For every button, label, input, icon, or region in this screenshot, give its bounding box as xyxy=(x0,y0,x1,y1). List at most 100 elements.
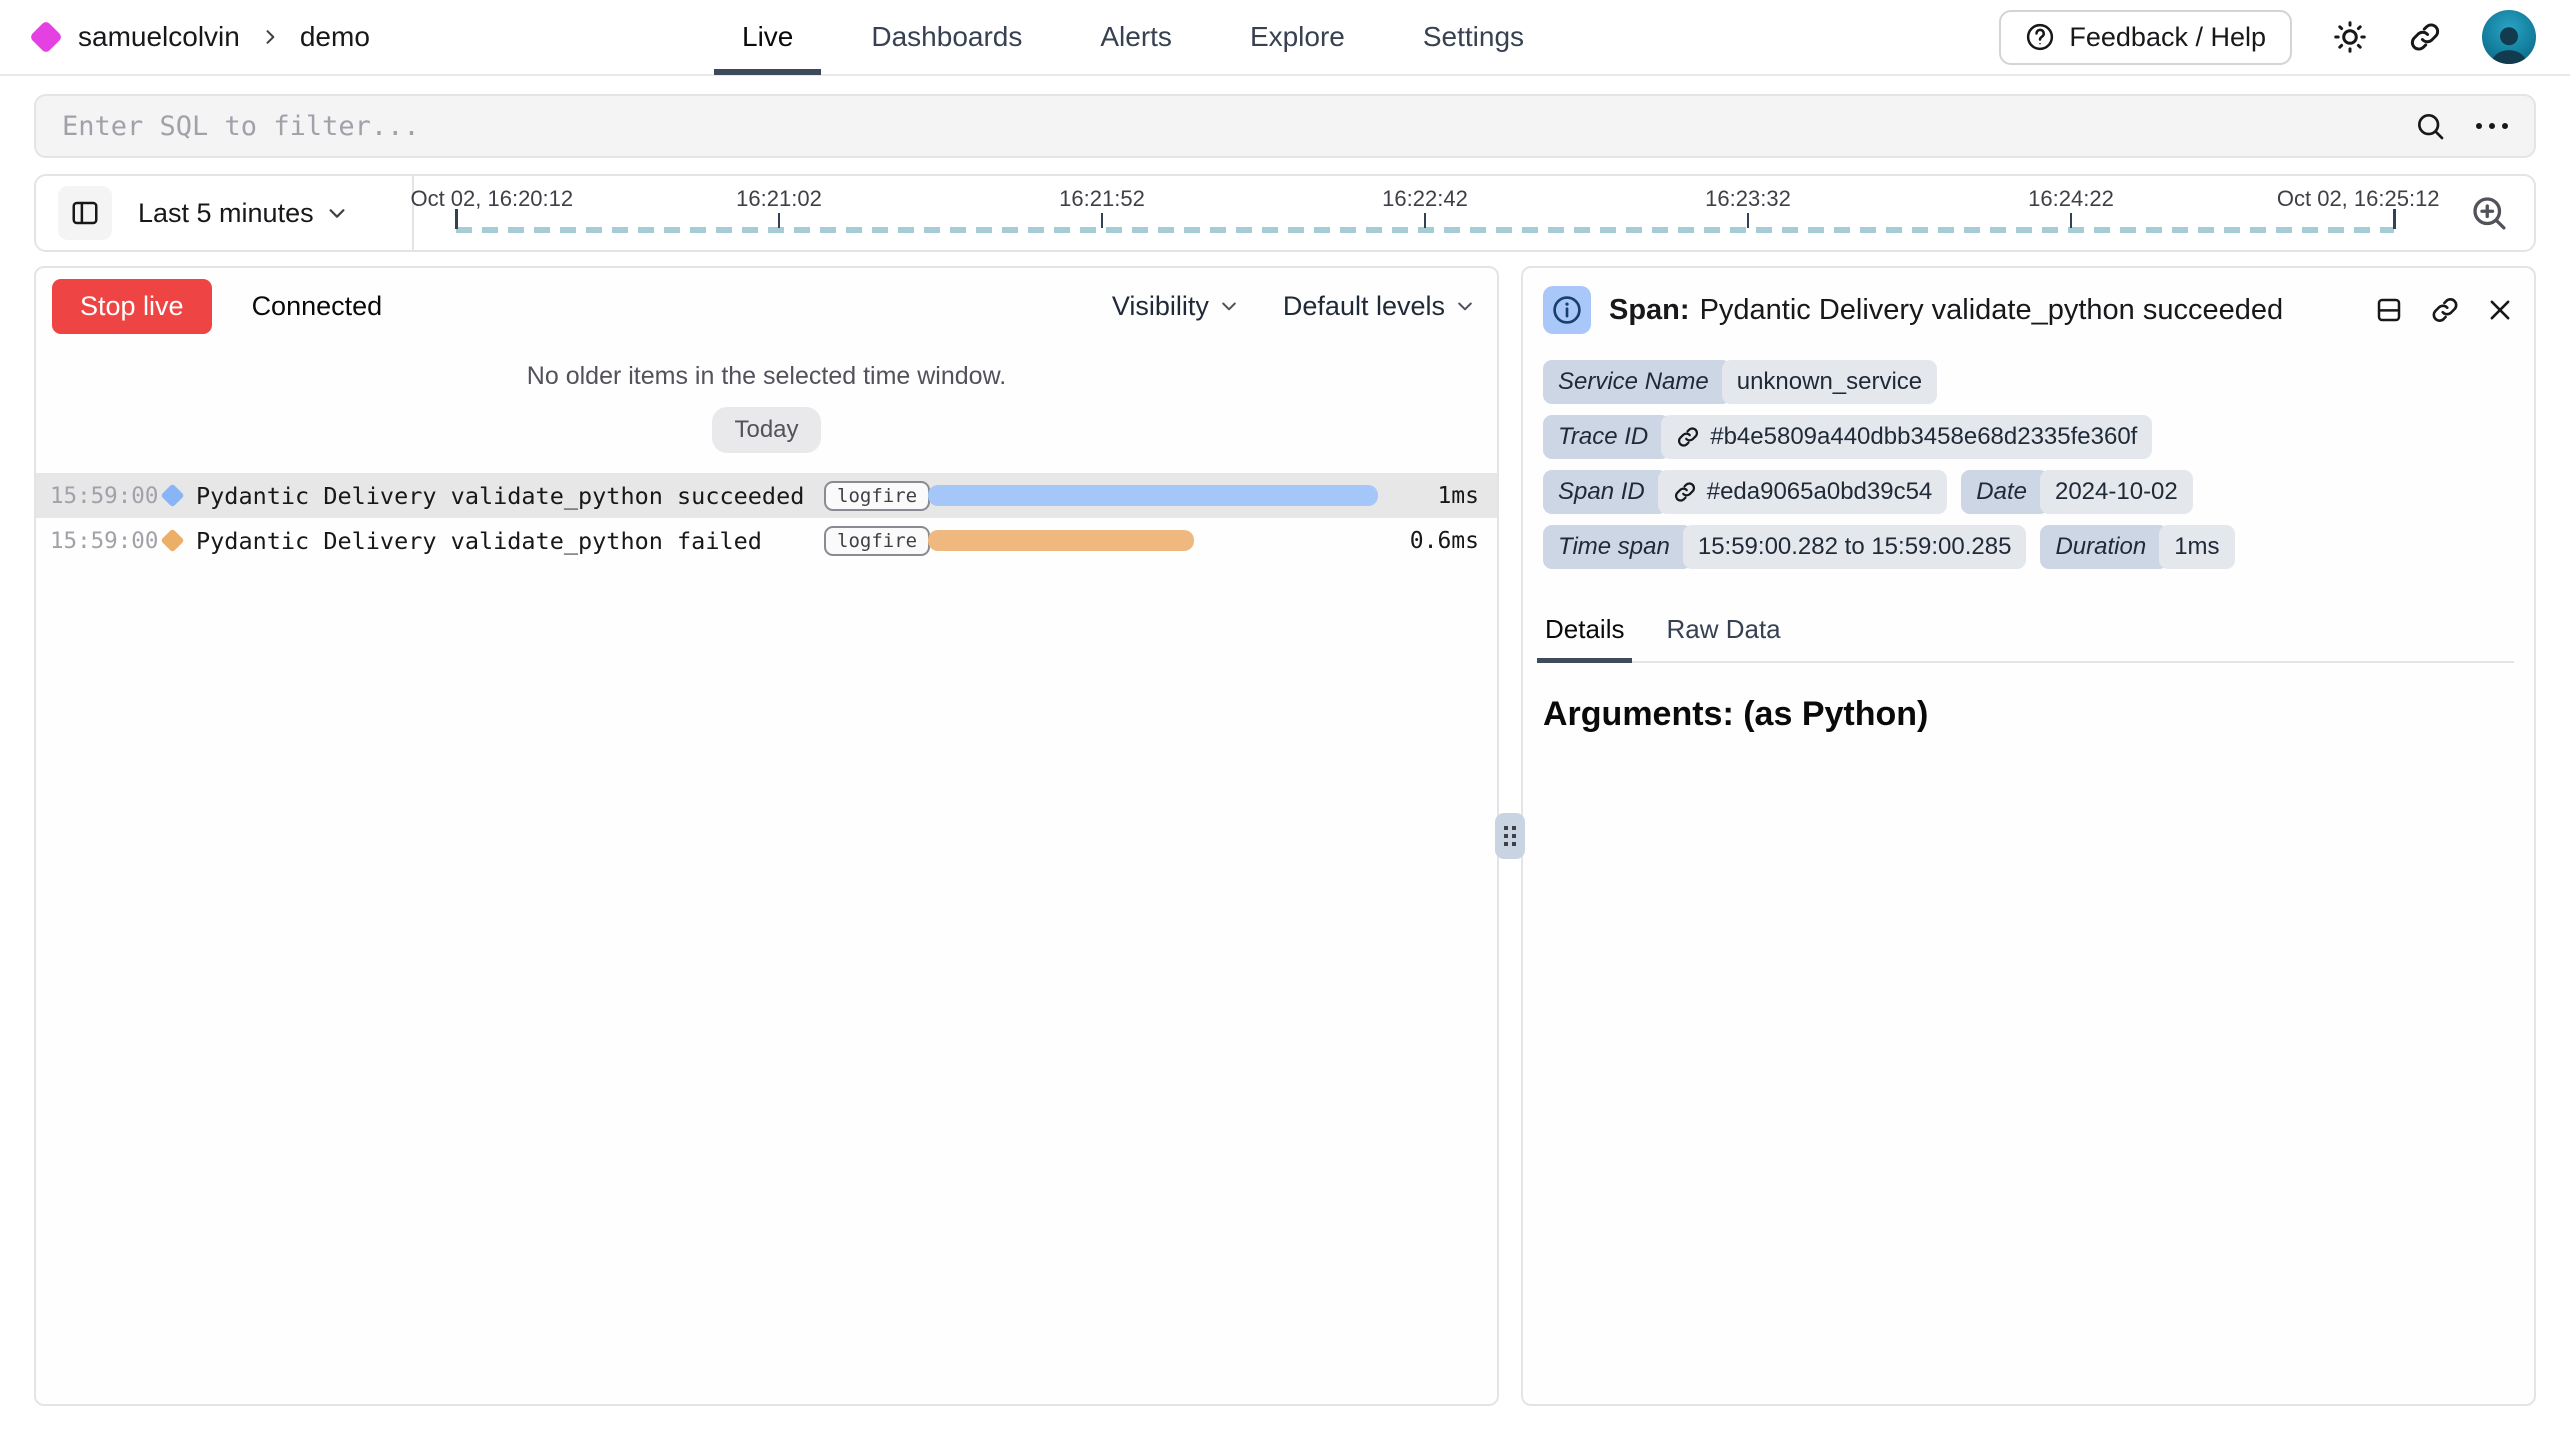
sql-filter-input[interactable] xyxy=(62,111,2414,142)
timeline-tick-mark xyxy=(778,213,780,228)
badge-value-text: 15:59:00.282 to 15:59:00.285 xyxy=(1698,533,2012,561)
arguments-heading: Arguments: (as Python) xyxy=(1543,695,2514,734)
user-avatar[interactable] xyxy=(2482,10,2536,64)
timeline-tick-mark xyxy=(2070,213,2072,228)
link-icon[interactable] xyxy=(1673,480,1697,504)
log-message: Pydantic Delivery validate_python failed xyxy=(196,527,824,555)
span-title: Span: Pydantic Delivery validate_python s… xyxy=(1609,294,2283,327)
duration-label: 1ms xyxy=(1390,483,1497,509)
nav-dashboards[interactable]: Dashboards xyxy=(871,0,1022,74)
theme-toggle-sun-icon[interactable] xyxy=(2332,19,2368,55)
share-link-icon[interactable] xyxy=(2408,20,2442,54)
link-icon[interactable] xyxy=(1676,425,1700,449)
feedback-label: Feedback / Help xyxy=(2069,22,2266,53)
grip-dots-icon xyxy=(1504,826,1516,846)
badge-value-text: #b4e5809a440dbb3458e68d2335fe360f xyxy=(1710,423,2137,451)
default-levels-dropdown[interactable]: Default levels xyxy=(1283,291,1475,322)
timeline-tick-mark xyxy=(455,209,458,229)
badge-row: Service Nameunknown_service xyxy=(1543,360,2514,404)
project-name[interactable]: demo xyxy=(300,21,370,53)
badge-value-text: unknown_service xyxy=(1737,368,1922,396)
nav-alerts[interactable]: Alerts xyxy=(1100,0,1172,74)
feedback-help-button[interactable]: Feedback / Help xyxy=(1999,10,2292,65)
timeline[interactable]: Oct 02, 16:20:1216:21:0216:21:5216:22:42… xyxy=(456,176,2394,250)
duration-bar xyxy=(928,485,1378,506)
badge-value-text: #eda9065a0bd39c54 xyxy=(1707,478,1933,506)
time-range-bar: Last 5 minutes Oct 02, 16:20:1216:21:021… xyxy=(34,174,2536,252)
badge-value: #eda9065a0bd39c54 xyxy=(1658,470,1948,514)
scope-tag[interactable]: logfire xyxy=(824,526,930,556)
visibility-label: Visibility xyxy=(1112,291,1209,322)
attribute-badge: Span ID#eda9065a0bd39c54 xyxy=(1543,470,1947,514)
time-range-dropdown[interactable]: Last 5 minutes xyxy=(138,198,348,229)
chevron-down-icon xyxy=(326,202,348,224)
panel-divider xyxy=(1499,266,1521,1406)
duration-label: 0.6ms xyxy=(1390,528,1497,554)
attribute-badge: Trace ID#b4e5809a440dbb3458e68d2335fe360… xyxy=(1543,415,2152,459)
main-nav: Live Dashboards Alerts Explore Settings xyxy=(742,0,1524,74)
level-diamond-icon xyxy=(160,528,184,552)
badge-label: Service Name xyxy=(1543,360,1731,404)
span-kind-label: Span: xyxy=(1609,294,1690,326)
timeline-tick-mark xyxy=(1747,213,1749,228)
duration-bar xyxy=(928,530,1194,551)
timeline-tick-label: 16:21:02 xyxy=(736,186,822,212)
badge-value: #b4e5809a440dbb3458e68d2335fe360f xyxy=(1661,415,2152,459)
close-icon[interactable] xyxy=(2486,296,2514,324)
timeline-zoom-in-icon[interactable] xyxy=(2468,192,2510,234)
question-icon xyxy=(2025,22,2055,52)
timeline-tick-mark xyxy=(2393,209,2396,229)
attribute-badge: Service Nameunknown_service xyxy=(1543,360,1937,404)
tab-details[interactable]: Details xyxy=(1543,606,1626,661)
topbar-actions: Feedback / Help xyxy=(1999,10,2536,65)
stop-live-button[interactable]: Stop live xyxy=(52,279,212,334)
badge-value-text: 2024-10-02 xyxy=(2055,478,2178,506)
level-diamond-icon xyxy=(160,483,184,507)
chevron-right-icon xyxy=(260,27,280,47)
visibility-dropdown[interactable]: Visibility xyxy=(1112,291,1239,322)
more-options-icon[interactable] xyxy=(2476,123,2508,129)
sidebar-toggle-icon[interactable] xyxy=(58,186,112,240)
resize-handle[interactable] xyxy=(1495,813,1525,859)
logfire-logo-icon xyxy=(29,20,63,54)
detail-tabs: Details Raw Data xyxy=(1543,606,2514,663)
span-attribute-badges: Service Nameunknown_service Trace ID#b4e5… xyxy=(1543,360,2514,580)
log-timestamp: 15:59:00 xyxy=(50,483,162,509)
log-row[interactable]: 15:59:00Pydantic Delivery validate_pytho… xyxy=(36,473,1497,518)
span-name: Pydantic Delivery validate_python succee… xyxy=(1700,294,2284,326)
day-separator: Today xyxy=(712,407,820,453)
search-icon[interactable] xyxy=(2414,110,2446,142)
time-range-value: Last 5 minutes xyxy=(138,198,314,229)
scope-tag[interactable]: logfire xyxy=(824,481,930,511)
log-rows: 15:59:00 Pydantic Delivery validate_pytho… xyxy=(36,473,1497,563)
badge-value: unknown_service xyxy=(1722,360,1937,404)
badge-row: Time span15:59:00.282 to 15:59:00.285Dur… xyxy=(1543,525,2514,569)
badge-row: Span ID#eda9065a0bd39c54 Date2024-10-02 xyxy=(1543,470,2514,514)
dock-panel-icon[interactable] xyxy=(2374,295,2404,325)
timeline-tick-label: 16:24:22 xyxy=(2028,186,2114,212)
timeline-tick-label: 16:21:52 xyxy=(1059,186,1145,212)
badge-label: Duration xyxy=(2040,525,2168,569)
nav-live[interactable]: Live xyxy=(742,0,793,74)
nav-explore[interactable]: Explore xyxy=(1250,0,1345,74)
copy-link-icon[interactable] xyxy=(2430,295,2460,325)
badge-value: 15:59:00.282 to 15:59:00.285 xyxy=(1683,525,2027,569)
timeline-tick-mark xyxy=(1424,213,1426,228)
timeline-tick-mark xyxy=(1101,213,1103,228)
chevron-down-icon xyxy=(1219,296,1239,316)
badge-row: Trace ID#b4e5809a440dbb3458e68d2335fe360… xyxy=(1543,415,2514,459)
nav-settings[interactable]: Settings xyxy=(1423,0,1524,74)
live-feed-panel: Stop live Connected Visibility Default l… xyxy=(34,266,1499,1406)
badge-label: Date xyxy=(1961,470,2049,514)
attribute-badge: Duration1ms xyxy=(2040,525,2234,569)
tab-raw-data[interactable]: Raw Data xyxy=(1664,606,1782,661)
badge-value: 1ms xyxy=(2159,525,2234,569)
info-icon xyxy=(1543,286,1591,334)
log-timestamp: 15:59:00 xyxy=(50,528,162,554)
live-toolbar: Stop live Connected Visibility Default l… xyxy=(36,268,1497,344)
timeline-tick-label: Oct 02, 16:25:12 xyxy=(2277,186,2440,212)
duration-bar-cell xyxy=(928,485,1390,506)
org-name[interactable]: samuelcolvin xyxy=(78,21,240,53)
log-row[interactable]: 15:59:00 Pydantic Delivery validate_pytho… xyxy=(36,518,1497,563)
connection-status: Connected xyxy=(252,291,383,322)
